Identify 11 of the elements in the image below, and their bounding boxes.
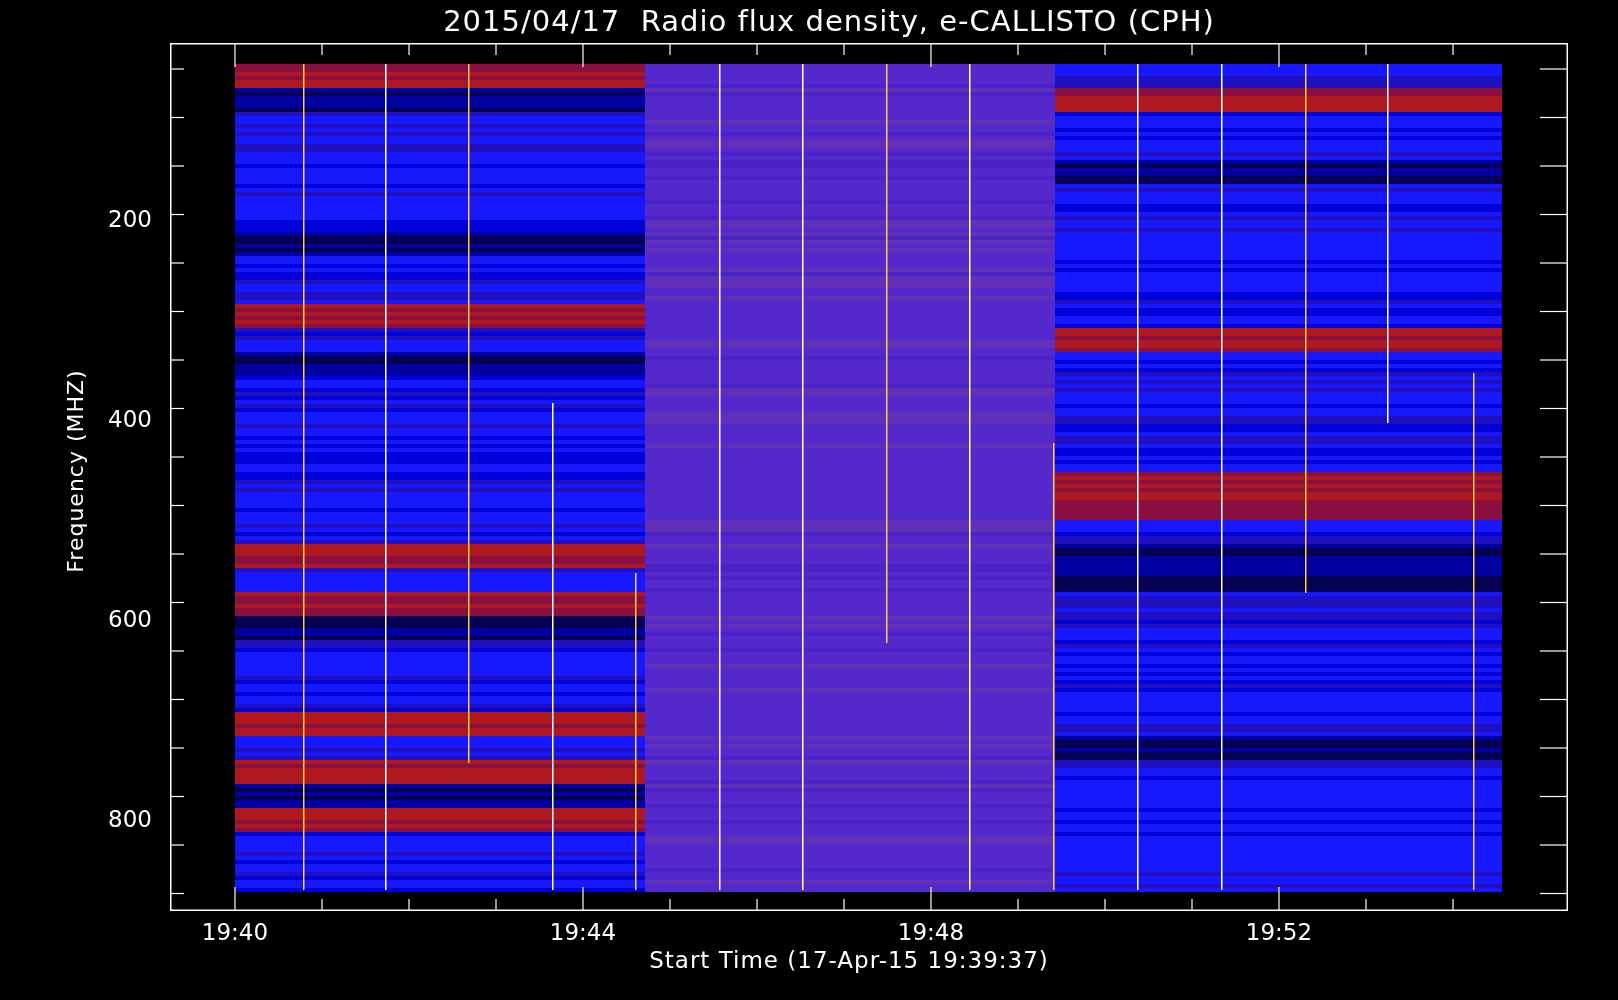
tick-label: 800 (108, 806, 152, 832)
tick-label: 19:48 (897, 919, 965, 945)
chart-title: 2015/04/17 Radio flux density, e-CALLISTO (CPH) (443, 7, 1215, 36)
tick-label: 400 (108, 406, 152, 432)
tick-label: 19:52 (1245, 919, 1313, 945)
tick-label: 600 (108, 606, 152, 632)
tick-label: 19:44 (549, 919, 617, 945)
tick-label: 19:40 (201, 919, 269, 945)
axis-title: Start Time (17-Apr-15 19:39:37) (649, 947, 1049, 973)
axis-title: Frequency (MHZ) (62, 369, 88, 573)
tick-label: 200 (108, 206, 152, 232)
